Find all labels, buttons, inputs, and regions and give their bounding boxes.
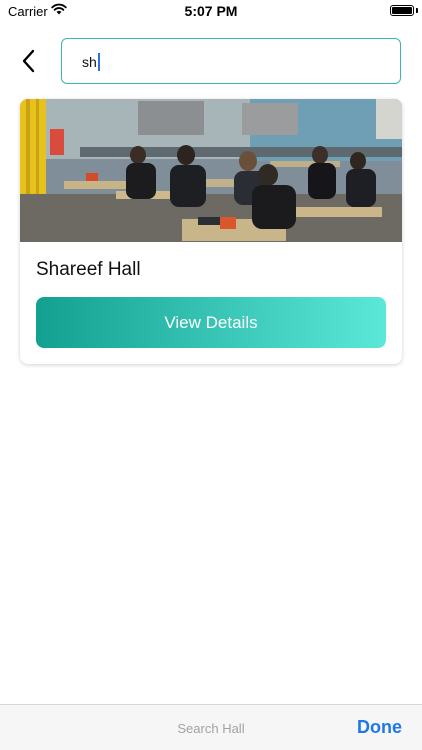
keyboard-accessory-bar: Search Hall Done xyxy=(0,704,422,750)
hall-title: Shareef Hall xyxy=(36,259,141,280)
status-time: 5:07 PM xyxy=(184,3,238,19)
battery-tip xyxy=(416,8,418,13)
hall-card[interactable]: Shareef Hall View Details xyxy=(20,99,402,364)
search-input-value: sh xyxy=(82,53,100,71)
battery-icon xyxy=(390,5,414,16)
search-input[interactable]: sh xyxy=(61,38,401,84)
text-caret xyxy=(97,53,100,71)
classroom-photo xyxy=(20,99,402,242)
done-button[interactable]: Done xyxy=(357,717,402,738)
chevron-left-icon xyxy=(22,49,35,73)
view-details-button[interactable]: View Details xyxy=(36,297,386,348)
status-bar: Carrier 5:07 PM xyxy=(0,0,422,24)
back-button[interactable] xyxy=(14,46,42,76)
